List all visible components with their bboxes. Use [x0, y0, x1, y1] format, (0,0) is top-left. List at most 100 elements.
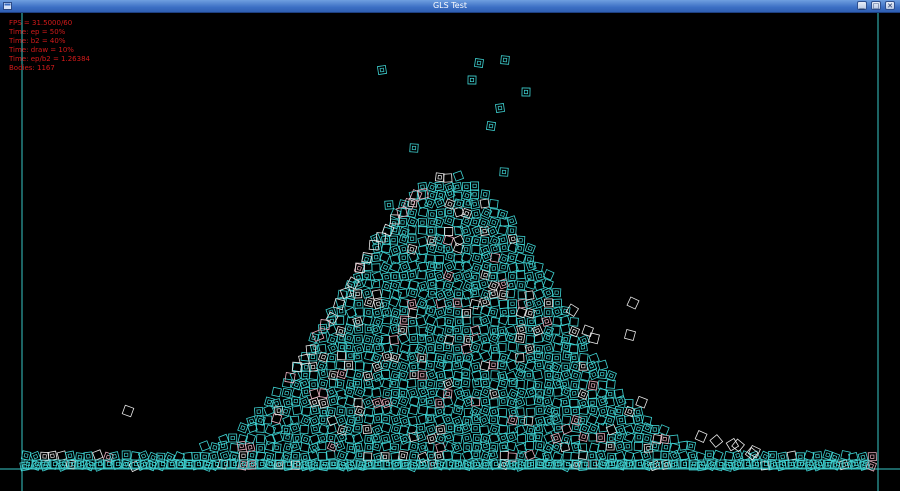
- box-body: [565, 303, 580, 317]
- box-body: [371, 263, 381, 273]
- time-ep-readout: Time: ep = 50%: [9, 28, 66, 36]
- box-body: [485, 120, 497, 132]
- box-body: [470, 350, 482, 362]
- box-body: [335, 315, 345, 325]
- box-body: [626, 296, 640, 310]
- box-body: [507, 225, 517, 236]
- box-body: [371, 252, 382, 263]
- box-body: [488, 415, 499, 425]
- box-body: [361, 459, 373, 471]
- box-body: [406, 299, 417, 310]
- box-body: [533, 280, 545, 292]
- box-body: [372, 243, 383, 254]
- box-body: [209, 442, 221, 453]
- box-body: [480, 189, 491, 200]
- box-body: [83, 451, 94, 462]
- box-body: [489, 297, 500, 308]
- box-body: [478, 278, 490, 290]
- box-body: [417, 404, 429, 416]
- box-body: [388, 343, 399, 355]
- box-body: [326, 450, 336, 460]
- box-body: [399, 315, 410, 325]
- box-body: [479, 404, 492, 416]
- box-body: [237, 422, 249, 434]
- simulation-viewport[interactable]: FPS = 31.5000/60 Time: ep = 50% Time: b2…: [0, 13, 900, 491]
- box-body: [336, 351, 347, 361]
- box-body: [587, 389, 598, 399]
- title-bar[interactable]: GLS Test ▁ □ ✕: [0, 0, 900, 13]
- box-body: [407, 317, 418, 327]
- box-body: [460, 377, 471, 388]
- box-body: [291, 405, 303, 416]
- box-body: [435, 442, 447, 453]
- box-body: [417, 261, 429, 273]
- box-body: [352, 289, 363, 299]
- box-body: [417, 245, 429, 256]
- box-body: [479, 425, 490, 436]
- box-body: [332, 297, 346, 311]
- box-body: [281, 378, 293, 389]
- box-body: [543, 404, 556, 417]
- box-body: [867, 452, 877, 462]
- box-body: [568, 325, 581, 338]
- box-body: [434, 306, 446, 319]
- box-body: [744, 446, 759, 461]
- box-body: [641, 433, 652, 444]
- box-body: [633, 441, 643, 451]
- box-body: [427, 387, 438, 399]
- box-body: [604, 396, 615, 408]
- box-body: [559, 379, 570, 390]
- box-body: [454, 333, 465, 343]
- box-body: [427, 209, 438, 220]
- box-body: [239, 451, 248, 461]
- box-body: [578, 334, 591, 347]
- box-body: [308, 388, 320, 400]
- box-body: [426, 352, 437, 363]
- box-body: [379, 298, 391, 310]
- box-body: [444, 227, 454, 236]
- box-body: [434, 352, 445, 364]
- time-b2-readout: Time: b2 = 40%: [9, 37, 66, 45]
- box-body: [507, 341, 518, 352]
- box-body: [390, 414, 402, 425]
- box-body: [370, 233, 382, 245]
- box-body: [317, 451, 327, 462]
- box-body: [480, 396, 491, 407]
- close-icon: ✕: [887, 2, 893, 10]
- maximize-button[interactable]: □: [871, 1, 881, 10]
- box-bodies: [19, 55, 877, 473]
- box-body: [398, 379, 409, 390]
- box-body: [516, 280, 526, 291]
- box-body: [507, 350, 519, 362]
- minimize-button[interactable]: ▁: [857, 1, 867, 10]
- close-button[interactable]: ✕: [885, 1, 895, 10]
- box-body: [271, 386, 282, 398]
- box-body: [500, 55, 510, 65]
- box-body: [443, 173, 453, 183]
- box-body: [488, 360, 499, 370]
- box-body: [532, 431, 544, 442]
- box-body: [553, 387, 563, 397]
- box-body: [255, 433, 266, 444]
- box-body: [362, 424, 372, 435]
- box-body: [460, 252, 473, 264]
- box-body: [498, 299, 509, 309]
- box-body: [521, 87, 531, 97]
- box-body: [532, 380, 543, 391]
- box-body: [525, 334, 536, 345]
- box-body: [461, 432, 473, 444]
- box-body: [272, 423, 283, 434]
- box-body: [605, 441, 615, 451]
- box-body: [857, 451, 869, 463]
- box-body: [524, 440, 535, 451]
- box-body: [344, 360, 354, 370]
- box-body: [130, 451, 141, 462]
- box-body: [435, 424, 446, 435]
- box-body: [461, 182, 471, 192]
- box-body: [336, 368, 348, 380]
- bodies-count-readout: Bodies: 1167: [9, 64, 55, 72]
- box-body: [335, 414, 347, 427]
- box-body: [408, 333, 419, 344]
- box-body: [488, 432, 500, 444]
- box-body: [497, 407, 508, 418]
